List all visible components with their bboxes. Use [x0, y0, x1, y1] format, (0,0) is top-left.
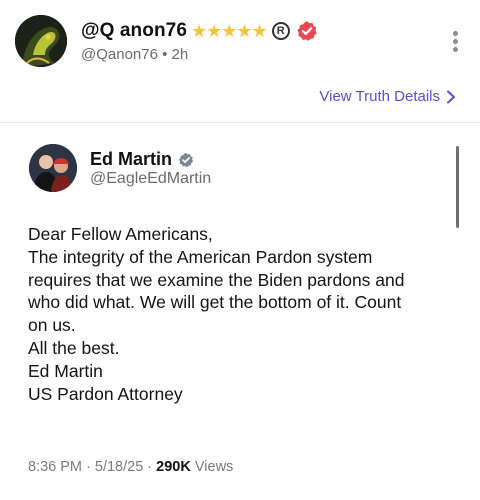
body-line: US Pardon Attorney — [28, 383, 183, 404]
meta-separator: · — [82, 459, 95, 475]
separator: • — [157, 46, 172, 63]
avatar-image — [15, 15, 67, 67]
body-line: who did what. We will get the bottom of … — [28, 292, 402, 313]
quote-date: 5/18/25 — [94, 459, 144, 475]
body-line: Ed Martin — [28, 360, 103, 381]
verified-badge-icon — [179, 152, 194, 167]
quote-body-text: Dear Fellow Americans, The integrity of … — [28, 223, 458, 405]
registered-mark: R — [271, 22, 290, 40]
stars-emoji: ★★★★★ — [191, 20, 268, 41]
post-header: @Q anon76 ★★★★★ R @Qanon76 • 2h — [15, 15, 465, 71]
display-name-row: @Q anon76 ★★★★★ R — [81, 20, 318, 42]
body-line: on us. — [28, 315, 76, 336]
quote-handle[interactable]: @EagleEdMartin — [90, 170, 211, 188]
chevron-right-icon — [447, 90, 455, 103]
quote-meta-row: 8:36 PM · 5/18/25 · 290K Views — [28, 459, 233, 475]
views-label: Views — [190, 459, 234, 475]
quote-avatar[interactable] — [29, 144, 77, 192]
display-name[interactable]: @Q anon76 — [81, 20, 187, 42]
verified-badge-icon — [297, 21, 317, 41]
quote-name-row: Ed Martin — [90, 149, 194, 170]
post-age: 2h — [171, 46, 189, 63]
avatar[interactable] — [15, 15, 67, 67]
body-line: requires that we examine the Biden pardo… — [28, 269, 405, 290]
meta-separator: · — [143, 459, 157, 475]
handle-row: @Qanon76 • 2h — [81, 46, 188, 63]
views-count: 290K — [156, 459, 191, 475]
quote-time: 8:36 PM — [28, 459, 82, 475]
quote-display-name[interactable]: Ed Martin — [90, 149, 172, 170]
body-line: Dear Fellow Americans, — [28, 224, 213, 244]
truth-post-screen: @Q anon76 ★★★★★ R @Qanon76 • 2h View Tru… — [0, 0, 480, 500]
kebab-menu-icon[interactable] — [449, 31, 461, 55]
body-line: The integrity of the American Pardon sys… — [28, 246, 373, 267]
body-line: All the best. — [28, 337, 120, 358]
scrollbar[interactable] — [456, 146, 459, 228]
view-truth-details-label: View Truth Details — [319, 88, 440, 105]
handle[interactable]: @Qanon76 — [81, 46, 158, 63]
quote-avatar-image — [29, 144, 77, 192]
view-truth-details-link[interactable]: View Truth Details — [319, 88, 456, 105]
